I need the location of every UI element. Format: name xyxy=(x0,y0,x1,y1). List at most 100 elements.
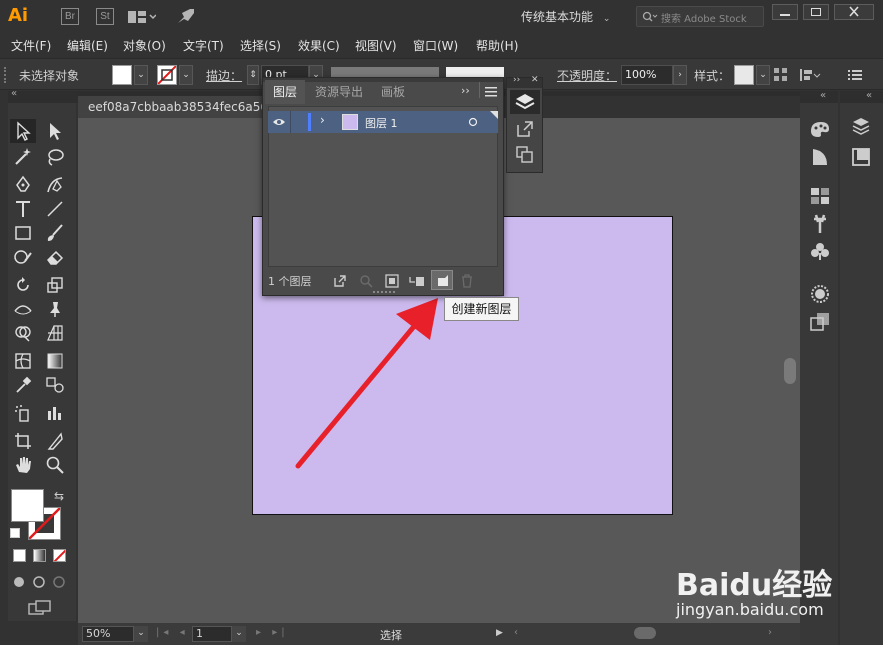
artboard-tool-icon[interactable] xyxy=(10,429,36,453)
create-sublayer-icon[interactable] xyxy=(409,274,425,288)
curvature-tool-icon[interactable] xyxy=(42,173,68,197)
make-clipping-mask-icon[interactable] xyxy=(385,274,399,288)
width-tool-icon[interactable] xyxy=(10,297,36,321)
color-guide-icon[interactable] xyxy=(809,119,831,139)
hand-tool-icon[interactable] xyxy=(10,453,36,477)
properties-icon[interactable] xyxy=(851,117,871,137)
menu-help[interactable]: 帮助(H) xyxy=(476,37,518,54)
eraser-tool-icon[interactable] xyxy=(42,245,68,269)
document-tab[interactable]: eef08a7cbbaab38534fec6a560 xyxy=(78,96,278,118)
graphic-style-swatch[interactable] xyxy=(734,65,754,85)
fill-color-front[interactable] xyxy=(11,489,44,522)
expand-layer-icon[interactable]: › xyxy=(320,113,325,127)
menu-file[interactable]: 文件(F) xyxy=(11,37,51,54)
swap-fill-stroke-icon[interactable]: ⇆ xyxy=(54,489,64,503)
stroke-swatch[interactable] xyxy=(157,65,177,85)
next-last-artboard-icon[interactable]: ▸ ▸| xyxy=(256,627,289,638)
panel-menu-icon[interactable] xyxy=(485,87,497,97)
collapse-dock2-icon[interactable]: « xyxy=(840,91,883,103)
close-button[interactable] xyxy=(834,4,874,20)
screen-mode-icon[interactable] xyxy=(28,600,52,616)
symbols-icon[interactable] xyxy=(810,241,830,261)
gradient-panel-icon[interactable] xyxy=(810,147,830,167)
blend-tool-icon[interactable] xyxy=(42,373,68,397)
minimize-button[interactable] xyxy=(772,4,798,20)
asset-export-icon[interactable] xyxy=(516,120,534,138)
paintbrush-tool-icon[interactable] xyxy=(42,221,68,245)
none-mode-button[interactable] xyxy=(53,549,66,562)
menu-object[interactable]: 对象(O) xyxy=(123,37,166,54)
stroke-stepper[interactable]: ⇕ xyxy=(247,65,259,85)
scale-tool-icon[interactable] xyxy=(42,273,68,297)
horizontal-scrollbar-thumb[interactable] xyxy=(634,627,656,639)
swatches-icon[interactable] xyxy=(810,187,830,205)
collapse-strip-icon[interactable]: ›› xyxy=(513,75,520,85)
zoom-level[interactable]: 50% xyxy=(82,626,134,642)
close-strip-icon[interactable]: ✕ xyxy=(531,75,539,85)
zoom-tool-icon[interactable] xyxy=(42,453,68,477)
target-circle-icon[interactable] xyxy=(468,117,478,127)
tab-artboards[interactable]: 画板 xyxy=(373,80,413,104)
stroke-dropdown[interactable]: ⌄ xyxy=(179,65,193,85)
symbol-sprayer-tool-icon[interactable] xyxy=(10,401,36,425)
line-tool-icon[interactable] xyxy=(42,197,68,221)
arrange-documents-icon[interactable] xyxy=(128,10,156,24)
artboard-dropdown[interactable]: ⌄ xyxy=(232,626,246,642)
status-menu-arrow[interactable]: ▶ xyxy=(496,628,503,638)
menu-effect[interactable]: 效果(C) xyxy=(298,37,340,54)
menu-type[interactable]: 文字(T) xyxy=(183,37,224,54)
eyedropper-tool-icon[interactable] xyxy=(10,373,36,397)
layer-name[interactable]: 图层 1 xyxy=(365,115,398,131)
maximize-button[interactable] xyxy=(803,4,829,20)
fill-dropdown[interactable]: ⌄ xyxy=(134,65,148,85)
perspective-grid-tool-icon[interactable] xyxy=(42,321,68,345)
create-new-layer-button[interactable] xyxy=(431,270,453,290)
menu-view[interactable]: 视图(V) xyxy=(355,37,397,54)
opacity-label[interactable]: 不透明度： xyxy=(557,67,617,84)
first-prev-artboard-icon[interactable]: |◂ ◂ xyxy=(156,627,189,638)
visibility-eye-icon[interactable] xyxy=(272,117,286,127)
layer-row[interactable]: › 图层 1 xyxy=(268,111,498,133)
bridge-button[interactable]: Br xyxy=(61,8,79,25)
menu-select[interactable]: 选择(S) xyxy=(240,37,281,54)
artboard-number[interactable]: 1 xyxy=(192,626,232,642)
artboards-icon[interactable] xyxy=(516,146,534,164)
collapse-toolbar-icon[interactable]: « xyxy=(11,88,17,99)
shape-builder-tool-icon[interactable] xyxy=(10,321,36,345)
collapse-dock-icon[interactable]: « xyxy=(800,91,838,103)
align-icon[interactable] xyxy=(800,67,822,83)
transparency-icon[interactable] xyxy=(810,312,830,332)
selection-tool-icon[interactable] xyxy=(10,119,36,143)
workspace-switcher[interactable]: 传统基本功能 ⌄ xyxy=(521,8,610,25)
layers-panel-button[interactable] xyxy=(510,90,540,114)
gradient-mode-button[interactable] xyxy=(33,549,46,562)
control-bar-menu-icon[interactable] xyxy=(848,69,862,81)
default-fill-stroke-icon[interactable] xyxy=(10,528,20,538)
color-mode-button[interactable] xyxy=(13,549,26,562)
magic-wand-tool-icon[interactable] xyxy=(10,145,36,169)
drawing-modes-icon[interactable] xyxy=(12,575,70,589)
scroll-left-icon[interactable]: ‹ xyxy=(514,627,518,638)
menu-window[interactable]: 窗口(W) xyxy=(413,37,458,54)
gradient-tool-icon[interactable] xyxy=(42,349,68,373)
puppet-warp-tool-icon[interactable] xyxy=(42,297,68,321)
menu-edit[interactable]: 编辑(E) xyxy=(67,37,108,54)
lasso-tool-icon[interactable] xyxy=(42,145,68,169)
tab-layers[interactable]: 图层 xyxy=(265,80,306,104)
graphic-style-dropdown[interactable]: ⌄ xyxy=(756,65,770,85)
vertical-scrollbar-thumb[interactable] xyxy=(784,358,796,384)
gpu-performance-icon[interactable] xyxy=(176,7,196,25)
panel-expand-icon[interactable]: ›› xyxy=(461,84,470,97)
direct-selection-tool-icon[interactable] xyxy=(42,119,68,143)
opacity-arrow[interactable]: › xyxy=(673,65,687,85)
brushes-icon[interactable] xyxy=(810,212,830,234)
delete-layer-icon[interactable] xyxy=(461,274,473,288)
stroke-label[interactable]: 描边： xyxy=(206,67,242,84)
libraries-icon[interactable] xyxy=(851,147,871,167)
pen-tool-icon[interactable] xyxy=(10,173,36,197)
rectangle-tool-icon[interactable] xyxy=(10,221,36,245)
shaper-tool-icon[interactable] xyxy=(10,245,36,269)
panel-resize-grip[interactable] xyxy=(373,291,395,294)
mesh-tool-icon[interactable] xyxy=(10,349,36,373)
rotate-tool-icon[interactable] xyxy=(10,273,36,297)
